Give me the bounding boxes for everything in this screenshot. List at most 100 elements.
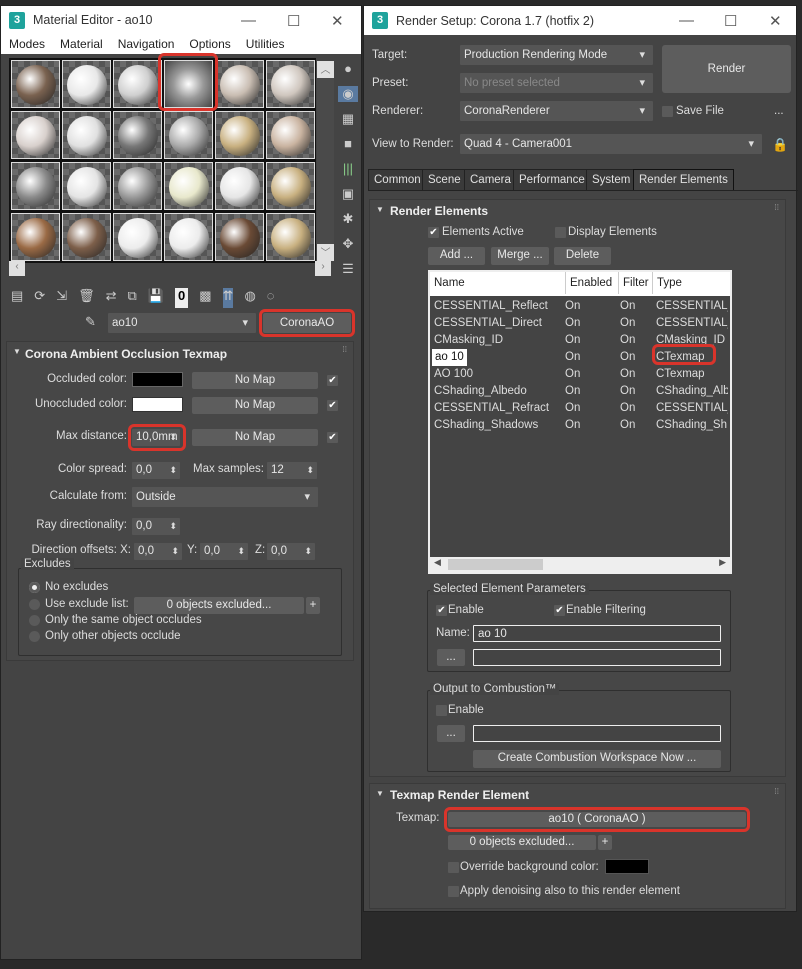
make-unique-icon[interactable]: ⧉ [128,288,137,308]
material-name-dropdown[interactable]: ao10 [108,313,256,333]
table-row[interactable]: CESSENTIAL_Refract On On CESSENTIAL_... [430,400,730,417]
column-enabled[interactable]: Enabled [565,272,612,294]
unoccluded-map-button[interactable]: No Map [192,397,318,414]
target-dropdown[interactable]: Production Rendering Mode [460,45,653,65]
select-by-material-icon[interactable]: ✥ [338,236,358,252]
table-row[interactable]: CShading_Shadows On On CShading_Sh... [430,417,730,434]
copy-material-icon[interactable]: ⇄ [106,288,117,308]
add-button[interactable]: Add ... [428,247,485,265]
occluded-map-button[interactable]: No Map [192,372,318,389]
material-slot[interactable] [164,162,213,210]
material-slot[interactable] [215,60,264,108]
column-filter[interactable]: Filter [618,272,649,294]
no-excludes-radio[interactable] [29,582,40,593]
menu-utilities[interactable]: Utilities [246,37,285,51]
tab-common[interactable]: Common [368,169,427,190]
material-slot[interactable] [62,111,111,159]
column-name[interactable]: Name [434,272,465,294]
material-slot[interactable] [113,60,162,108]
max-samples-spinner[interactable]: 12 [267,462,317,479]
other-objects-radio[interactable] [29,631,40,642]
sample-type-icon[interactable]: ● [338,61,358,76]
material-slot[interactable] [266,111,315,159]
material-slot[interactable] [215,111,264,159]
tab-camera[interactable]: Camera [464,169,517,190]
combustion-browse-button[interactable]: ... [437,725,465,742]
maximize-button[interactable]: ☐ [724,12,737,30]
backlight-icon[interactable]: ◉ [338,86,358,102]
material-slot[interactable] [62,162,111,210]
objects-excluded-button[interactable]: 0 objects excluded... [134,597,304,614]
show-end-result-icon[interactable]: ⇈ [222,288,234,308]
material-slot[interactable] [62,60,111,108]
eyedropper-icon[interactable]: ✎ [85,314,96,330]
add-exclude-button[interactable]: + [306,597,320,614]
slots-scrollbar-horizontal[interactable]: ‹ › [9,261,331,276]
material-slot[interactable] [164,111,213,159]
unoccluded-color-swatch[interactable] [132,397,183,412]
max-distance-map-button[interactable]: No Map [192,429,318,446]
override-bg-checkbox[interactable] [448,862,459,873]
preset-dropdown[interactable]: No preset selected [460,73,653,93]
material-slot[interactable] [266,60,315,108]
calculate-from-dropdown[interactable]: Outside [132,487,318,507]
browse-path-button[interactable]: ... [437,649,465,666]
delete-button[interactable]: Delete [554,247,611,265]
table-scrollbar-horizontal[interactable]: ◀ ▶ [430,557,730,572]
elements-active-checkbox[interactable]: ✔ [428,227,439,238]
occluded-map-checkbox[interactable]: ✔ [327,375,338,386]
minimize-button[interactable]: — [241,12,256,29]
ray-directionality-spinner[interactable]: 0,0 [132,518,180,535]
menu-material[interactable]: Material [60,37,103,51]
use-exclude-list-radio[interactable] [29,599,40,610]
drag-handle-icon[interactable]: ⁞⁞ [343,345,347,354]
make-preview-icon[interactable]: ▣ [338,186,358,202]
color-spread-spinner[interactable]: 0,0 [132,462,180,479]
material-slot[interactable] [11,162,60,210]
material-map-navigator-icon[interactable]: ☰ [338,261,358,277]
tab-system[interactable]: System [586,169,637,190]
combustion-path-input[interactable] [473,725,721,742]
menu-navigation[interactable]: Navigation [118,37,175,51]
column-type[interactable]: Type [652,272,682,294]
save-file-browse-button[interactable]: ... [774,105,784,117]
tab-scene[interactable]: Scene [422,169,467,190]
table-row[interactable]: CESSENTIAL_Reflect On On CESSENTIAL_... [430,298,730,315]
save-file-checkbox[interactable] [662,106,673,117]
max-distance-map-checkbox[interactable]: ✔ [327,432,338,443]
menu-options[interactable]: Options [189,37,230,51]
enable-checkbox[interactable]: ✔ [436,605,447,616]
uv-tiling-icon[interactable]: ■ [338,136,358,151]
renderer-dropdown[interactable]: CoronaRenderer [460,101,653,121]
slots-scrollbar-vertical[interactable]: ︿ ﹀ [317,61,334,261]
merge-button[interactable]: Merge ... [491,247,549,265]
collapse-icon[interactable]: ▼ [376,789,384,798]
material-slot[interactable] [266,162,315,210]
lock-icon[interactable]: 🔒 [772,137,788,153]
material-slot[interactable] [11,60,60,108]
go-to-parent-icon[interactable]: ◍ [244,288,255,308]
table-row[interactable]: CShading_Albedo On On CShading_Alb... [430,383,730,400]
table-row[interactable]: CESSENTIAL_Direct On On CESSENTIAL_... [430,315,730,332]
show-shaded-icon[interactable]: ▩ [199,288,211,308]
background-icon[interactable]: ▦ [338,111,358,127]
material-slot[interactable] [62,213,111,261]
denoise-checkbox[interactable] [448,886,459,897]
drag-handle-icon[interactable]: ⁞⁞ [775,787,779,796]
material-slot[interactable] [266,213,315,261]
material-slot[interactable] [113,162,162,210]
unoccluded-map-checkbox[interactable]: ✔ [327,400,338,411]
tab-render-elements[interactable]: Render Elements [633,169,734,190]
material-id-icon[interactable]: 0 [175,288,189,308]
put-to-library-icon[interactable]: 💾 [148,288,164,308]
tab-performance[interactable]: Performance [513,169,591,190]
maximize-button[interactable]: ☐ [287,12,300,30]
material-slot[interactable] [11,213,60,261]
material-slot[interactable] [215,162,264,210]
name-input[interactable]: ao 10 [473,625,721,642]
get-material-icon[interactable]: ▤ [11,288,23,308]
minimize-button[interactable]: — [679,12,694,29]
assign-to-selection-icon[interactable]: ⇲ [56,288,67,308]
table-row[interactable]: AO 100 On On CTexmap [430,366,730,383]
go-forward-sibling-icon[interactable]: ◌ [267,288,275,308]
